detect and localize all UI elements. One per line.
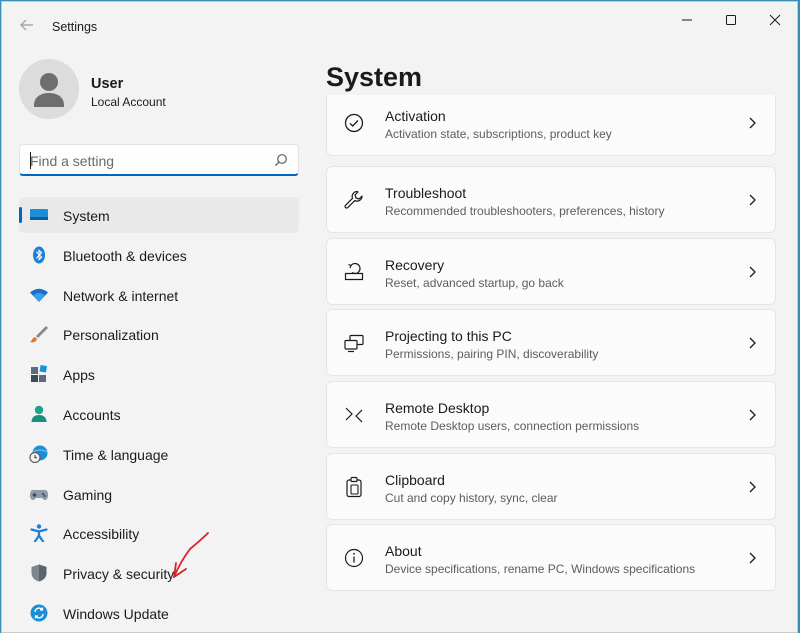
card-title: About	[385, 543, 422, 559]
sidebar-item-time-language[interactable]: Time & language	[19, 436, 299, 472]
sidebar-item-privacy-security[interactable]: Privacy & security	[19, 555, 299, 591]
chevron-right-icon	[749, 337, 756, 349]
chevron-right-icon	[749, 409, 756, 421]
minimize-button[interactable]	[666, 10, 708, 32]
settings-window: Settings User Local Account Find a setti…	[1, 1, 798, 633]
sidebar-item-label: Network & internet	[63, 287, 179, 304]
clipboard-icon	[346, 476, 362, 498]
search-input[interactable]	[30, 151, 265, 171]
apps-icon	[31, 365, 48, 383]
card-title: Activation	[385, 108, 446, 124]
settings-card-remote-desktop[interactable]: Remote Desktop Remote Desktop users, con…	[326, 381, 776, 448]
card-description: Remote Desktop users, connection permiss…	[385, 419, 640, 433]
maximize-button[interactable]	[710, 10, 752, 32]
sidebar-item-label: Personalization	[63, 327, 159, 344]
sidebar-item-personalization[interactable]: Personalization	[19, 316, 299, 352]
back-arrow-icon	[20, 19, 33, 31]
projection-icon	[344, 334, 364, 353]
chevron-right-icon	[749, 117, 756, 129]
search-box[interactable]	[19, 144, 299, 176]
sidebar-item-label: Accounts	[63, 406, 121, 423]
chevron-right-icon	[749, 194, 756, 206]
chevron-right-icon	[749, 481, 756, 493]
text-caret	[30, 152, 31, 169]
update-icon	[30, 604, 48, 622]
sidebar-item-label: Accessibility	[63, 526, 140, 543]
card-title: Clipboard	[385, 472, 445, 488]
sidebar-item-bluetooth-devices[interactable]: Bluetooth & devices	[19, 237, 299, 273]
sidebar-item-label: Gaming	[63, 486, 113, 503]
chevron-right-icon	[749, 266, 756, 278]
check-circle-icon	[344, 113, 364, 133]
card-description: Permissions, pairing PIN, discoverabilit…	[385, 347, 599, 361]
settings-card-about[interactable]: About Device specifications, rename PC, …	[326, 524, 776, 591]
remote-desktop-icon	[345, 407, 363, 423]
card-title: Remote Desktop	[385, 400, 490, 416]
card-title: Projecting to this PC	[385, 328, 512, 344]
card-description: Reset, advanced startup, go back	[385, 276, 564, 290]
bluetooth-icon	[33, 246, 45, 264]
settings-card-troubleshoot[interactable]: Troubleshoot Recommended troubleshooters…	[326, 166, 776, 233]
title-bar: Settings	[2, 2, 797, 52]
wrench-icon	[344, 190, 363, 209]
user-account-type: Local Account	[91, 95, 166, 109]
sidebar-item-network-internet[interactable]: Network & internet	[19, 277, 299, 313]
back-button[interactable]	[14, 16, 40, 38]
page-title: System	[326, 62, 423, 92]
settings-card-activation[interactable]: Activation Activation state, subscriptio…	[326, 95, 776, 156]
accounts-icon	[31, 405, 47, 422]
settings-card-recovery[interactable]: Recovery Reset, advanced startup, go bac…	[326, 238, 776, 305]
sidebar-item-label: Apps	[63, 367, 95, 384]
sidebar-item-apps[interactable]: Apps	[19, 356, 299, 392]
user-name: User	[91, 76, 124, 92]
sidebar-item-label: System	[63, 208, 110, 224]
settings-card-projecting[interactable]: Projecting to this PC Permissions, pairi…	[326, 309, 776, 376]
sidebar-item-system[interactable]: System	[19, 197, 299, 233]
card-description: Device specifications, rename PC, Window…	[385, 562, 696, 576]
close-icon	[769, 14, 781, 26]
sidebar-item-accounts[interactable]: Accounts	[19, 396, 299, 432]
minimize-icon	[682, 19, 692, 21]
sidebar-item-windows-update[interactable]: Windows Update	[19, 595, 299, 631]
chevron-right-icon	[749, 552, 756, 564]
avatar[interactable]	[19, 59, 79, 119]
window-title: Settings	[52, 20, 98, 34]
gamepad-icon	[30, 489, 48, 500]
accessibility-icon	[30, 524, 48, 543]
sidebar-item-label: Time & language	[63, 446, 169, 463]
settings-list: Activation Activation state, subscriptio…	[326, 95, 776, 632]
card-title: Recovery	[385, 257, 445, 273]
shield-icon	[31, 564, 47, 582]
sidebar-item-gaming[interactable]: Gaming	[19, 476, 299, 512]
sidebar-item-label: Windows Update	[63, 605, 169, 622]
card-description: Activation state, subscriptions, product…	[385, 127, 612, 141]
sidebar-nav: System Bluetooth & devices Network & int…	[19, 197, 299, 632]
card-description: Cut and copy history, sync, clear	[385, 491, 558, 505]
sidebar-item-label: Bluetooth & devices	[63, 247, 187, 264]
globe-clock-icon	[29, 445, 48, 463]
system-icon	[30, 209, 48, 220]
card-title: Troubleshoot	[385, 185, 467, 201]
sidebar-item-accessibility[interactable]: Accessibility	[19, 515, 299, 551]
maximize-icon	[726, 15, 736, 25]
close-button[interactable]	[754, 10, 796, 32]
card-description: Recommended troubleshooters, preferences…	[385, 204, 665, 218]
wifi-icon	[30, 288, 48, 302]
settings-card-clipboard[interactable]: Clipboard Cut and copy history, sync, cl…	[326, 453, 776, 520]
info-icon	[344, 548, 364, 568]
brush-icon	[30, 326, 48, 343]
recovery-icon	[344, 262, 364, 281]
sidebar-item-label: Privacy & security	[63, 566, 175, 583]
search-icon[interactable]	[274, 153, 288, 167]
user-avatar-icon	[34, 73, 64, 107]
